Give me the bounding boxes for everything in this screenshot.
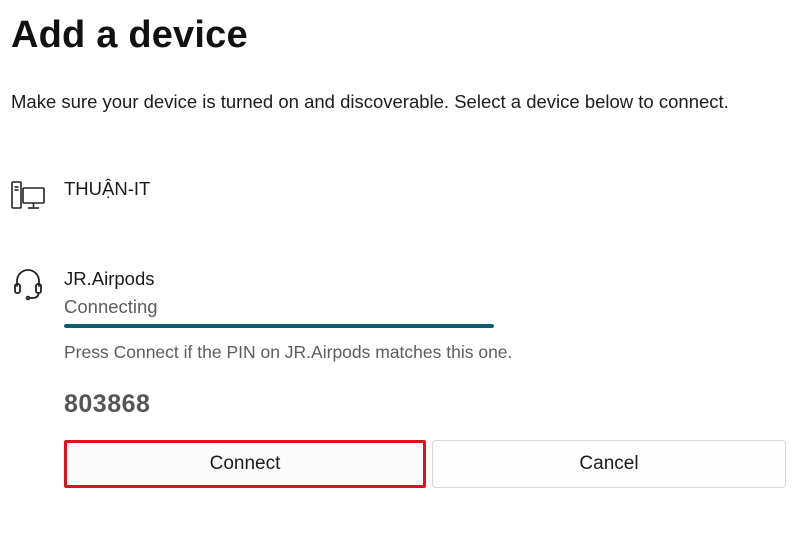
add-device-dialog: Add a device Make sure your device is tu… xyxy=(0,0,800,552)
pin-instructions: Press Connect if the PIN on JR.Airpods m… xyxy=(64,342,513,362)
computer-icon xyxy=(10,178,46,214)
device-name: THUẬN-IT xyxy=(64,178,151,199)
connection-status: Connecting xyxy=(64,296,158,317)
cancel-button[interactable]: Cancel xyxy=(432,440,786,488)
dialog-instructions: Make sure your device is turned on and d… xyxy=(11,91,729,112)
connection-progress-bar xyxy=(64,324,494,328)
connect-button[interactable]: Connect xyxy=(64,440,426,488)
progress-fill xyxy=(64,324,494,328)
device-item-computer[interactable]: THUẬN-IT xyxy=(0,170,800,220)
device-name: JR.Airpods xyxy=(64,268,155,289)
pin-code: 803868 xyxy=(64,390,151,418)
page-title: Add a device xyxy=(11,14,248,56)
headset-icon xyxy=(10,266,46,302)
